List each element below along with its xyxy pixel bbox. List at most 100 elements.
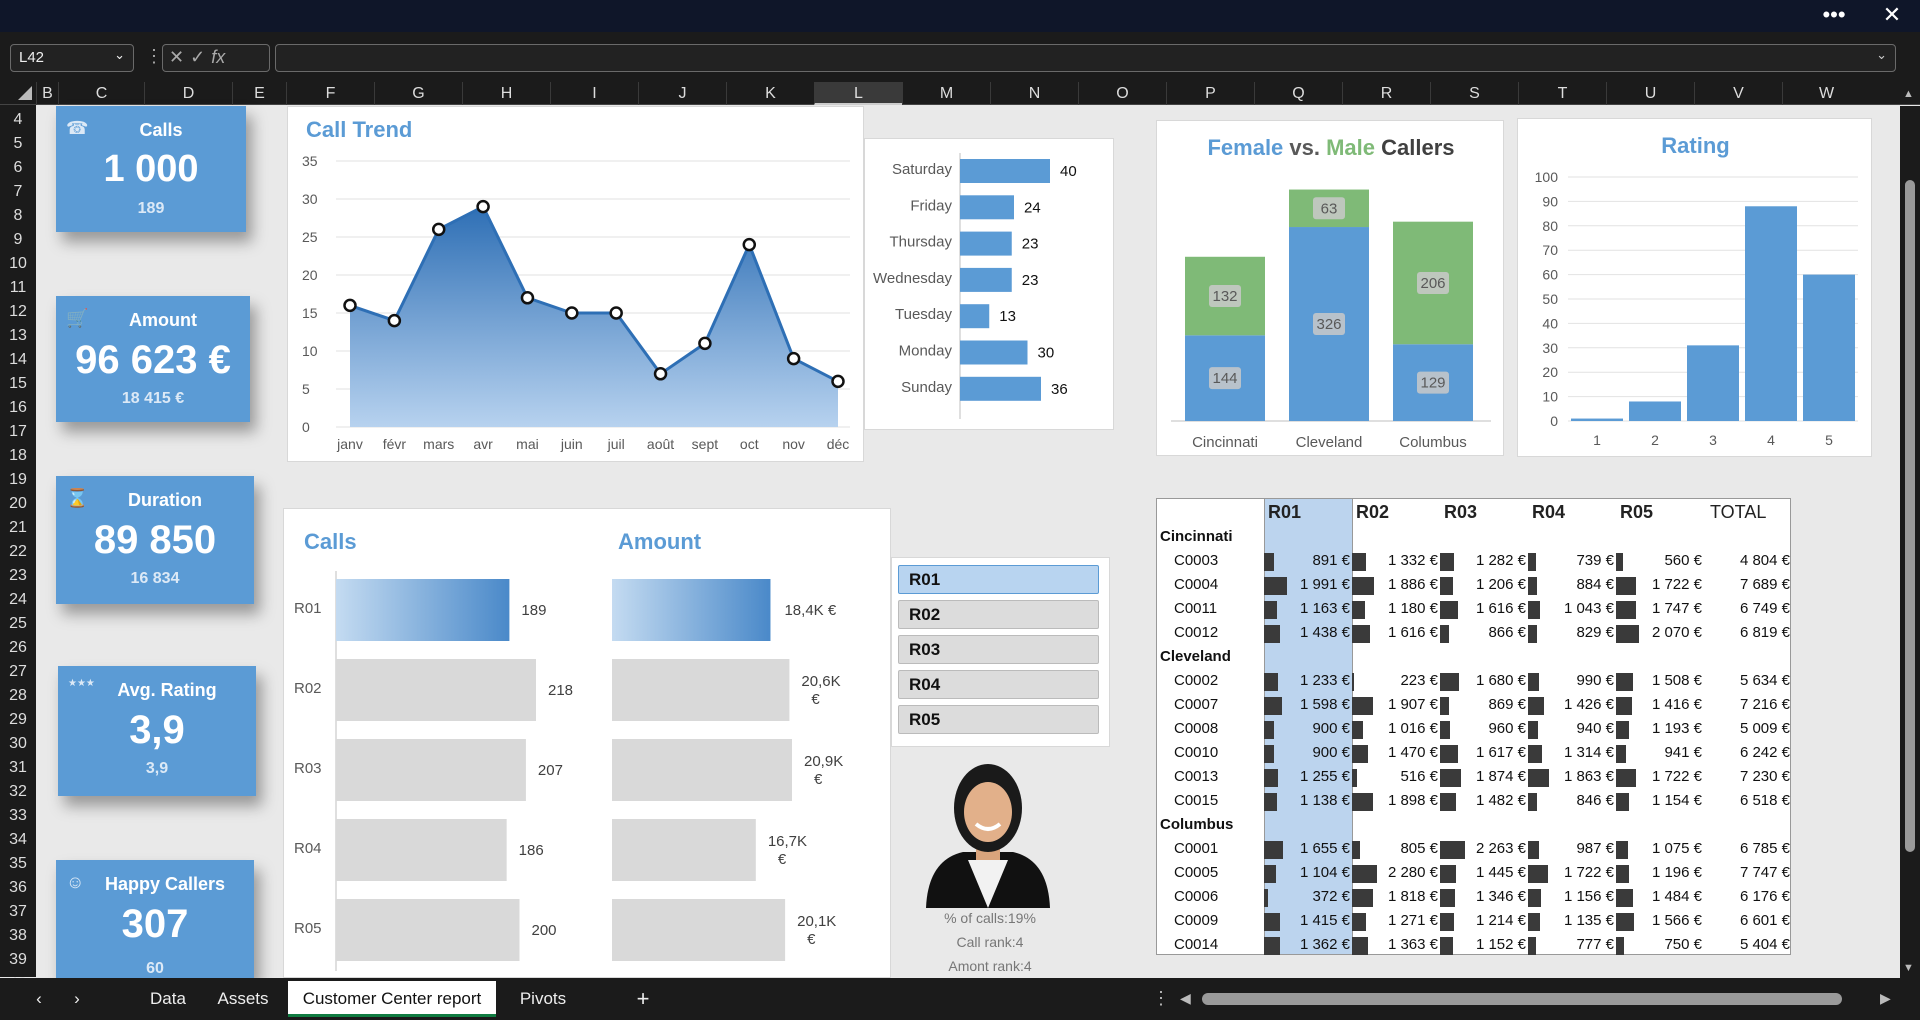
column-header-w[interactable]: W — [1782, 82, 1870, 105]
column-header-c[interactable]: C — [58, 82, 144, 105]
column-header-r[interactable]: R — [1342, 82, 1430, 105]
column-header-m[interactable]: M — [902, 82, 990, 105]
row-header-28[interactable]: 28 — [0, 684, 36, 708]
scroll-down-icon[interactable]: ▼ — [1903, 962, 1914, 974]
vertical-scrollbar-thumb[interactable] — [1905, 180, 1915, 852]
row-header-19[interactable]: 19 — [0, 468, 36, 492]
more-vertical-icon[interactable]: ⋮ — [145, 46, 163, 67]
row-header-6[interactable]: 6 — [0, 156, 36, 180]
column-header-i[interactable]: I — [550, 82, 638, 105]
category-label: Friday — [910, 197, 952, 214]
row-header-39[interactable]: 39 — [0, 948, 36, 972]
column-header-q[interactable]: Q — [1254, 82, 1342, 105]
more-options-button[interactable]: ••• — [1814, 0, 1854, 32]
row-header-32[interactable]: 32 — [0, 780, 36, 804]
slicer-item-r04[interactable]: R04 — [898, 670, 1099, 699]
slicer-item-r05[interactable]: R05 — [898, 705, 1099, 734]
add-sheet-button[interactable]: + — [628, 978, 658, 1020]
column-header-o[interactable]: O — [1078, 82, 1166, 105]
row-header-36[interactable]: 36 — [0, 876, 36, 900]
column-header-u[interactable]: U — [1606, 82, 1694, 105]
confirm-icon[interactable]: ✓ — [190, 47, 211, 67]
name-box[interactable]: L42 ⌄ — [10, 44, 134, 72]
x-tick-label: 3 — [1709, 432, 1717, 448]
row-header-25[interactable]: 25 — [0, 612, 36, 636]
row-header-9[interactable]: 9 — [0, 228, 36, 252]
slicer-item-r02[interactable]: R02 — [898, 600, 1099, 629]
row-header-17[interactable]: 17 — [0, 420, 36, 444]
row-header-31[interactable]: 31 — [0, 756, 36, 780]
row-header-37[interactable]: 37 — [0, 900, 36, 924]
row-header-21[interactable]: 21 — [0, 516, 36, 540]
horizontal-scrollbar[interactable] — [1202, 993, 1842, 1005]
row-header-24[interactable]: 24 — [0, 588, 36, 612]
tab-next-button[interactable]: › — [62, 978, 92, 1020]
row-header-27[interactable]: 27 — [0, 660, 36, 684]
chevron-down-icon[interactable]: ⌄ — [1876, 47, 1887, 63]
column-header-l[interactable]: L — [814, 82, 902, 105]
row-header-38[interactable]: 38 — [0, 924, 36, 948]
pivot-cell: 1 193 € — [1651, 720, 1702, 737]
column-header-n[interactable]: N — [990, 82, 1078, 105]
row-header-7[interactable]: 7 — [0, 180, 36, 204]
row-header-16[interactable]: 16 — [0, 396, 36, 420]
row-header-30[interactable]: 30 — [0, 732, 36, 756]
sheet-tab-data[interactable]: Data — [138, 978, 198, 1020]
column-header-g[interactable]: G — [374, 82, 462, 105]
row-header-10[interactable]: 10 — [0, 252, 36, 276]
scroll-right-icon[interactable]: ▶ — [1880, 990, 1891, 1007]
slicer-item-r01[interactable]: R01 — [898, 565, 1099, 594]
amount-bar — [612, 819, 756, 881]
more-vertical-icon[interactable]: ⋮ — [1152, 988, 1170, 1009]
row-header-5[interactable]: 5 — [0, 132, 36, 156]
pivot-cell: 6 518 € — [1739, 792, 1790, 809]
row-header-4[interactable]: 4 — [0, 108, 36, 132]
column-header-b[interactable]: B — [36, 82, 58, 105]
row-header-34[interactable]: 34 — [0, 828, 36, 852]
formula-input[interactable]: ⌄ — [275, 44, 1896, 72]
slicer-item-r03[interactable]: R03 — [898, 635, 1099, 664]
row-header-15[interactable]: 15 — [0, 372, 36, 396]
pivot-cell: 1 863 € — [1563, 768, 1614, 785]
column-header-f[interactable]: F — [286, 82, 374, 105]
row-header-29[interactable]: 29 — [0, 708, 36, 732]
data-label: 23 — [1022, 272, 1039, 289]
scroll-up-icon[interactable]: ▲ — [1903, 88, 1914, 100]
row-header-12[interactable]: 12 — [0, 300, 36, 324]
row-header-13[interactable]: 13 — [0, 324, 36, 348]
sheet-tab-customer-center-report[interactable]: Customer Center report — [288, 981, 496, 1017]
column-header-d[interactable]: D — [144, 82, 232, 105]
column-header-e[interactable]: E — [232, 82, 286, 105]
row-header-18[interactable]: 18 — [0, 444, 36, 468]
kpi-card-amount: 🛒 Amount 96 623 €18 415 € — [56, 296, 250, 422]
column-header-k[interactable]: K — [726, 82, 814, 105]
pivot-cell: 1 617 € — [1475, 744, 1526, 761]
cancel-icon[interactable]: ✕ — [169, 47, 190, 67]
column-header-s[interactable]: S — [1430, 82, 1518, 105]
tab-prev-button[interactable]: ‹ — [24, 978, 54, 1020]
pivot-row-id: C0015 — [1174, 792, 1219, 809]
row-header-33[interactable]: 33 — [0, 804, 36, 828]
row-header-20[interactable]: 20 — [0, 492, 36, 516]
row-header-22[interactable]: 22 — [0, 540, 36, 564]
column-header-p[interactable]: P — [1166, 82, 1254, 105]
fx-label[interactable]: fx — [211, 47, 225, 67]
row-header-26[interactable]: 26 — [0, 636, 36, 660]
pivot-cell: 1 016 € — [1387, 720, 1438, 737]
row-header-14[interactable]: 14 — [0, 348, 36, 372]
column-header-t[interactable]: T — [1518, 82, 1606, 105]
row-header-11[interactable]: 11 — [0, 276, 36, 300]
row-header-35[interactable]: 35 — [0, 852, 36, 876]
sheet-tab-pivots[interactable]: Pivots — [508, 978, 578, 1020]
close-button[interactable]: ✕ — [1872, 0, 1912, 32]
pivot-cell: 1 346 € — [1475, 888, 1526, 905]
row-header-8[interactable]: 8 — [0, 204, 36, 228]
row-header-23[interactable]: 23 — [0, 564, 36, 588]
scroll-left-icon[interactable]: ◀ — [1180, 990, 1191, 1007]
column-header-j[interactable]: J — [638, 82, 726, 105]
formula-actions[interactable]: ✕✓fx — [162, 44, 270, 72]
sheet-tab-assets[interactable]: Assets — [208, 978, 278, 1020]
select-all-icon[interactable] — [18, 86, 32, 100]
column-header-v[interactable]: V — [1694, 82, 1782, 105]
column-header-h[interactable]: H — [462, 82, 550, 105]
